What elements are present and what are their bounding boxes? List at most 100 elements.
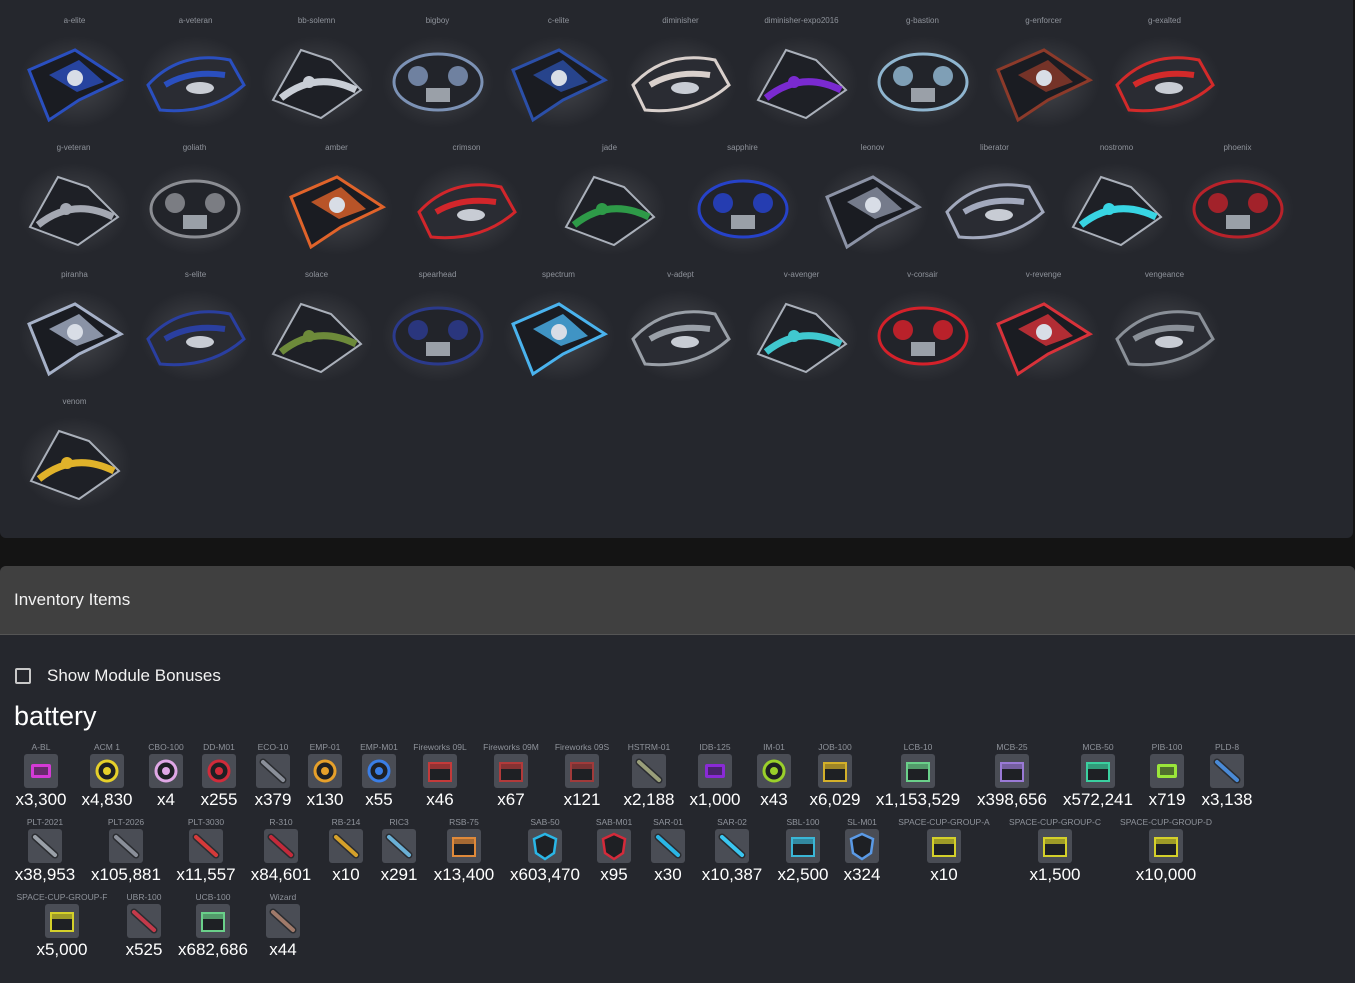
ship-card-amber[interactable]: amber [276, 127, 397, 255]
ship-card-spearhead[interactable]: spearhead [377, 254, 498, 382]
ship-name: phoenix [1223, 143, 1252, 152]
ship-card-a-veteran[interactable]: a-veteran [135, 0, 256, 128]
ship-name: vengeance [1144, 270, 1185, 279]
ship-image [139, 36, 252, 128]
ship-card-g-exalted[interactable]: g-exalted [1104, 0, 1225, 128]
ship-card-goliath[interactable]: goliath [134, 127, 255, 255]
inventory-header: Inventory Items [0, 566, 1355, 635]
ship-name: a-elite [63, 16, 86, 25]
ship-card-v-avenger[interactable]: v-avenger [741, 254, 862, 382]
ship-card-venom[interactable]: venom [14, 381, 135, 509]
item-quantity: x1,500 [1029, 865, 1081, 884]
ship-name: v-avenger [783, 270, 820, 279]
rocket-red-icon [189, 829, 223, 863]
ship-card-sapphire[interactable]: sapphire [682, 127, 803, 255]
inventory-item[interactable]: SPACE-CUP-GROUP-C x1,500 [995, 817, 1115, 885]
ship-card-piranha[interactable]: piranha [14, 254, 135, 382]
ship-image [745, 290, 858, 382]
ship-card-nostromo[interactable]: nostromo [1056, 127, 1177, 255]
ship-image [280, 163, 393, 255]
ship-name: liberator [980, 143, 1009, 152]
ship-card-liberator[interactable]: liberator [934, 127, 1055, 255]
ship-name: v-corsair [907, 270, 938, 279]
ship-image [816, 163, 929, 255]
ship-card-solace[interactable]: solace [256, 254, 377, 382]
ship-name: g-bastion [906, 16, 939, 25]
ship-name: v-revenge [1025, 270, 1062, 279]
ship-image [1060, 163, 1173, 255]
ship-image [410, 163, 523, 255]
ship-image [987, 290, 1100, 382]
rocket-blue-icon [1210, 754, 1244, 788]
ship-card-phoenix[interactable]: phoenix [1177, 127, 1298, 255]
inventory-item[interactable]: PLD-8 x3,138 [1167, 742, 1287, 810]
ship-name: jade [601, 143, 618, 152]
category-heading: battery [14, 701, 97, 731]
inventory-item[interactable]: SPACE-CUP-GROUP-D x10,000 [1106, 817, 1226, 885]
ship-name: spearhead [418, 270, 457, 279]
ship-name: solace [304, 270, 329, 279]
ship-name: c-elite [547, 16, 570, 25]
ship-card-a-elite[interactable]: a-elite [14, 0, 135, 128]
ship-card-c-elite[interactable]: c-elite [498, 0, 619, 128]
ship-image [624, 290, 737, 382]
ship-card-g-bastion[interactable]: g-bastion [862, 0, 983, 128]
ship-name: sapphire [727, 143, 758, 152]
ship-image [381, 290, 494, 382]
ship-card-s-elite[interactable]: s-elite [135, 254, 256, 382]
module-bonuses-label: Show Module Bonuses [47, 666, 221, 685]
ship-image [624, 36, 737, 128]
ship-card-v-revenge[interactable]: v-revenge [983, 254, 1104, 382]
ship-card-jade[interactable]: jade [549, 127, 670, 255]
inventory-title: Inventory Items [14, 590, 131, 609]
ship-name: diminisher [662, 16, 699, 25]
ship-name: crimson [452, 143, 481, 152]
ship-card-g-enforcer[interactable]: g-enforcer [983, 0, 1104, 128]
ship-image [1108, 290, 1221, 382]
ship-card-diminisher-expo2016[interactable]: diminisher-expo2016 [741, 0, 862, 128]
ship-image [502, 36, 615, 128]
item-quantity: x44 [269, 940, 297, 959]
item-code: PLD-8 [1214, 742, 1240, 752]
ship-image [381, 36, 494, 128]
ship-image [1181, 163, 1294, 255]
ship-card-leonov[interactable]: leonov [812, 127, 933, 255]
ship-image [260, 36, 373, 128]
ship-card-crimson[interactable]: crimson [406, 127, 527, 255]
ship-image [938, 163, 1051, 255]
ship-image [866, 36, 979, 128]
ship-card-bigboy[interactable]: bigboy [377, 0, 498, 128]
ship-name: a-veteran [178, 16, 213, 25]
box-orange-icon [447, 829, 481, 863]
ship-name: bb-solemn [297, 16, 336, 25]
show-module-bonuses-toggle[interactable]: Show Module Bonuses [15, 666, 221, 686]
ship-name: diminisher-expo2016 [764, 16, 839, 25]
ship-image [18, 290, 131, 382]
module-bonuses-checkbox[interactable] [15, 668, 31, 684]
ship-card-v-corsair[interactable]: v-corsair [862, 254, 983, 382]
inventory-item[interactable]: Wizard x44 [223, 892, 343, 960]
item-quantity: x10,000 [1135, 865, 1197, 884]
ship-image [138, 163, 251, 255]
ship-image [260, 290, 373, 382]
rocket-icon [266, 904, 300, 938]
item-code: SPACE-CUP-GROUP-A [898, 817, 990, 827]
ship-card-v-adept[interactable]: v-adept [620, 254, 741, 382]
ship-name: g-veteran [56, 143, 91, 152]
ship-image [987, 36, 1100, 128]
item-code: SPACE-CUP-GROUP-C [1009, 817, 1101, 827]
box-cup-icon [927, 829, 961, 863]
ship-name: piranha [61, 270, 88, 279]
ship-card-bb-solemn[interactable]: bb-solemn [256, 0, 377, 128]
inventory-item[interactable]: SPACE-CUP-GROUP-A x10 [884, 817, 1004, 885]
box-cup-icon [1038, 829, 1072, 863]
ship-card-diminisher[interactable]: diminisher [620, 0, 741, 128]
ship-card-g-veteran[interactable]: g-veteran [13, 127, 134, 255]
ship-name: g-enforcer [1025, 16, 1062, 25]
ship-image [1108, 36, 1221, 128]
ship-image [18, 417, 131, 509]
ship-card-spectrum[interactable]: spectrum [498, 254, 619, 382]
ship-card-vengeance[interactable]: vengeance [1104, 254, 1225, 382]
rocket-icon [109, 829, 143, 863]
rocket-icon [28, 829, 62, 863]
